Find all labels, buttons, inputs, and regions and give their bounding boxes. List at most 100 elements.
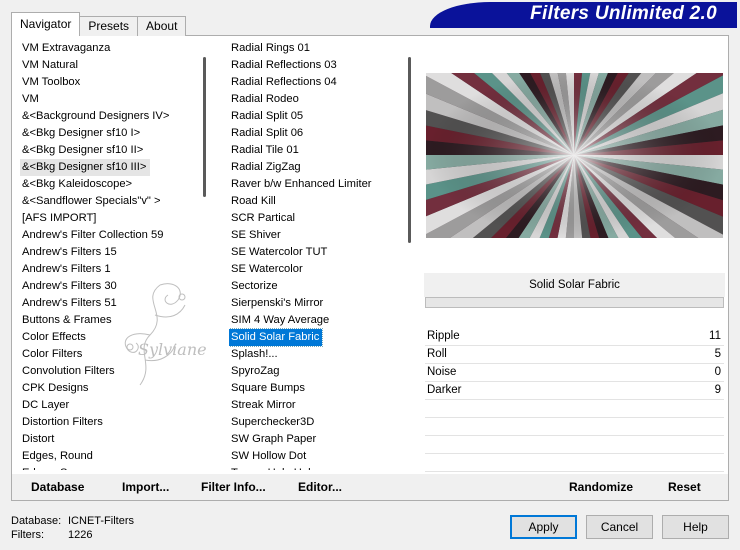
import-button[interactable]: Import... bbox=[122, 480, 169, 494]
list-row: Sierpenski's Mirror bbox=[229, 295, 405, 312]
list-item[interactable]: Sectorize bbox=[229, 280, 278, 292]
list-item[interactable]: Convolution Filters bbox=[20, 365, 115, 377]
filter-info-label: Filter Info... bbox=[201, 480, 266, 494]
list-item[interactable]: VM bbox=[20, 93, 39, 105]
list-item[interactable]: Buttons & Frames bbox=[20, 314, 112, 326]
list-item[interactable]: Radial Split 06 bbox=[229, 127, 303, 139]
database-button[interactable]: Database bbox=[31, 480, 84, 494]
list-item[interactable]: Edges, Round bbox=[20, 450, 93, 462]
list-item[interactable]: Color Effects bbox=[20, 331, 86, 343]
reset-button[interactable]: Reset bbox=[668, 480, 701, 494]
parameter-row[interactable]: Noise 0 bbox=[425, 364, 724, 382]
parameter-row[interactable] bbox=[425, 454, 724, 472]
filters-status-value: 1226 bbox=[68, 529, 93, 541]
filters-status: Filters: 1226 bbox=[11, 529, 92, 541]
list-item[interactable]: SpyroZag bbox=[229, 365, 280, 377]
list-item[interactable]: SW Graph Paper bbox=[229, 433, 316, 445]
parameter-row[interactable]: Darker 9 bbox=[425, 382, 724, 400]
list-item[interactable]: Sierpenski's Mirror bbox=[229, 297, 323, 309]
parameter-row[interactable]: Roll 5 bbox=[425, 346, 724, 364]
list-item[interactable]: Streak Mirror bbox=[229, 399, 296, 411]
list-item[interactable]: Edges, Square bbox=[20, 467, 96, 470]
list-item[interactable]: &<Bkg Designer sf10 II> bbox=[20, 144, 143, 156]
list-row: Convolution Filters bbox=[20, 363, 200, 380]
list-item[interactable]: Andrew's Filters 15 bbox=[20, 246, 117, 258]
list-item[interactable]: CPK Designs bbox=[20, 382, 89, 394]
list-item[interactable]: Radial ZigZag bbox=[229, 161, 301, 173]
list-item[interactable]: &<Sandflower Specials"v" > bbox=[20, 195, 161, 207]
list-item[interactable]: VM Toolbox bbox=[20, 76, 80, 88]
list-row: SE Shiver bbox=[229, 227, 405, 244]
apply-button[interactable]: Apply bbox=[510, 515, 577, 539]
tab-presets[interactable]: Presets bbox=[79, 16, 139, 36]
list-item[interactable]: Radial Reflections 04 bbox=[229, 76, 337, 88]
filter-info-button[interactable]: Filter Info... bbox=[201, 480, 266, 494]
list-item[interactable]: Distort bbox=[20, 433, 54, 445]
tab-about[interactable]: About bbox=[137, 16, 187, 36]
parameter-row[interactable]: Ripple 11 bbox=[425, 328, 724, 346]
list-row: Square Bumps bbox=[229, 380, 405, 397]
list-row: Andrew's Filters 51 bbox=[20, 295, 200, 312]
tab-navigator[interactable]: Navigator bbox=[11, 12, 81, 36]
list-row: Distortion Filters bbox=[20, 414, 200, 431]
list-item[interactable]: Radial Split 05 bbox=[229, 110, 303, 122]
database-status: Database: ICNET-Filters bbox=[11, 515, 134, 527]
list-item[interactable]: Andrew's Filters 30 bbox=[20, 280, 117, 292]
list-row: Solid Solar Fabric bbox=[229, 328, 405, 347]
list-item[interactable]: Superchecker3D bbox=[229, 416, 314, 428]
list-row: Buttons & Frames bbox=[20, 312, 200, 329]
parameter-row[interactable] bbox=[425, 418, 724, 436]
list-item[interactable]: Raver b/w Enhanced Limiter bbox=[229, 178, 372, 190]
list-item[interactable]: DC Layer bbox=[20, 399, 69, 411]
list-item[interactable]: Road Kill bbox=[229, 195, 276, 207]
list-item[interactable]: VM Extravaganza bbox=[20, 42, 110, 54]
filter-scroll-thumb[interactable] bbox=[408, 57, 411, 243]
filter-scrollbar[interactable] bbox=[405, 42, 415, 470]
parameter-value: 5 bbox=[714, 348, 721, 360]
list-item[interactable]: SW Hollow Dot bbox=[229, 450, 306, 462]
database-status-label: Database: bbox=[11, 515, 62, 527]
category-scroll-thumb[interactable] bbox=[203, 57, 206, 197]
filter-list[interactable]: Radial Rings 01 Radial Reflections 03 Radi… bbox=[229, 40, 405, 470]
randomize-button[interactable]: Randomize bbox=[569, 480, 633, 494]
help-button[interactable]: Help bbox=[662, 515, 729, 539]
list-item[interactable]: Radial Rings 01 bbox=[229, 42, 310, 54]
list-item[interactable]: Radial Rodeo bbox=[229, 93, 299, 105]
list-item[interactable]: Solid Solar Fabric bbox=[229, 328, 324, 347]
list-item[interactable]: SE Watercolor TUT bbox=[229, 246, 327, 258]
list-item[interactable]: Distortion Filters bbox=[20, 416, 103, 428]
list-row: VM Extravaganza bbox=[20, 40, 200, 57]
list-item[interactable]: &<Bkg Designer sf10 III> bbox=[20, 159, 151, 176]
list-item[interactable]: SIM 4 Way Average bbox=[229, 314, 329, 326]
category-list[interactable]: VM Extravaganza VM Natural VM Toolbox VM &<B… bbox=[20, 40, 200, 470]
list-item[interactable]: Tensor Hole Hole bbox=[229, 467, 317, 470]
editor-button[interactable]: Editor... bbox=[298, 480, 342, 494]
list-row: Color Filters bbox=[20, 346, 200, 363]
list-item[interactable]: VM Natural bbox=[20, 59, 78, 71]
list-item[interactable]: SE Watercolor bbox=[229, 263, 303, 275]
parameter-row[interactable] bbox=[425, 400, 724, 418]
parameter-value: 11 bbox=[709, 330, 721, 342]
title-banner: Filters Unlimited 2.0 bbox=[430, 2, 737, 26]
category-scrollbar[interactable] bbox=[200, 42, 210, 470]
parameter-name: Darker bbox=[427, 384, 462, 396]
list-row: SCR Partical bbox=[229, 210, 405, 227]
list-row: Color Effects bbox=[20, 329, 200, 346]
list-item[interactable]: Andrew's Filter Collection 59 bbox=[20, 229, 163, 241]
list-item[interactable]: SCR Partical bbox=[229, 212, 295, 224]
list-item[interactable]: &<Bkg Designer sf10 I> bbox=[20, 127, 140, 139]
parameter-row[interactable] bbox=[425, 436, 724, 454]
list-item[interactable]: Radial Reflections 03 bbox=[229, 59, 337, 71]
list-item[interactable]: SE Shiver bbox=[229, 229, 281, 241]
list-item[interactable]: [AFS IMPORT] bbox=[20, 212, 96, 224]
cancel-button[interactable]: Cancel bbox=[586, 515, 653, 539]
list-item[interactable]: Color Filters bbox=[20, 348, 82, 360]
list-item[interactable]: Andrew's Filters 1 bbox=[20, 263, 111, 275]
list-item[interactable]: &<Background Designers IV> bbox=[20, 110, 169, 122]
list-item[interactable]: Splash!... bbox=[229, 348, 278, 360]
list-item[interactable]: Radial Tile 01 bbox=[229, 144, 299, 156]
list-item[interactable]: &<Bkg Kaleidoscope> bbox=[20, 178, 132, 190]
list-row: SE Watercolor bbox=[229, 261, 405, 278]
list-item[interactable]: Square Bumps bbox=[229, 382, 305, 394]
list-item[interactable]: Andrew's Filters 51 bbox=[20, 297, 117, 309]
